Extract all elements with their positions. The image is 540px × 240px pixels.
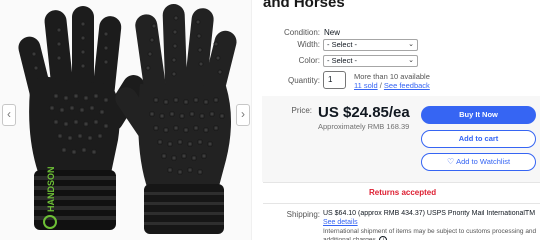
color-select-value: - Select - [327, 56, 358, 65]
price-approx: Approximately RMB 168.39 [318, 122, 410, 131]
shipping-value: US $64.10 (approx RMB 434.37) USPS Prior… [323, 210, 537, 217]
sold-feedback-line: 11 sold / See feedback [354, 81, 430, 90]
gallery-prev-button[interactable]: ‹ [2, 104, 16, 126]
chevron-down-icon: ⌄ [408, 41, 414, 48]
svg-text:HANDSON: HANDSON [46, 166, 56, 212]
listing-title: and Horses [263, 0, 345, 11]
add-to-cart-button[interactable]: Add to cart [421, 130, 536, 148]
condition-value: New [324, 28, 341, 37]
gallery-next-button[interactable]: › [236, 104, 250, 126]
chevron-left-icon: ‹ [7, 107, 11, 121]
sold-count-link[interactable]: 11 sold [354, 81, 378, 90]
chevron-down-icon: ⌄ [408, 57, 414, 64]
info-icon[interactable]: i [379, 236, 388, 240]
returns-status: Returns accepted [369, 188, 437, 197]
see-details-link[interactable]: See details [323, 219, 358, 226]
quantity-label: Quantity: [287, 76, 320, 85]
condition-label: Condition: [283, 28, 320, 37]
add-to-watchlist-button[interactable]: ♡ Add to Watchlist [421, 153, 536, 171]
quantity-input[interactable]: 1 [323, 71, 346, 89]
product-image-gallery[interactable]: HANDSON ‹ › [0, 0, 252, 240]
availability-text: More than 10 available [354, 72, 430, 81]
shipping-note: International shipment of items may be s… [323, 228, 537, 240]
price-value: US $24.85/ea [318, 104, 410, 121]
price-label: Price: [291, 106, 312, 115]
buy-it-now-button[interactable]: Buy It Now [421, 106, 536, 124]
width-select[interactable]: - Select - ⌄ [323, 39, 418, 51]
color-label: Color: [298, 56, 320, 65]
see-feedback-link[interactable]: See feedback [384, 81, 430, 90]
width-label: Width: [297, 40, 320, 49]
link-separator: / [379, 81, 382, 90]
section-divider [263, 182, 540, 183]
section-divider [263, 203, 540, 204]
color-select[interactable]: - Select - ⌄ [323, 55, 418, 67]
shipping-label: Shipping: [286, 210, 320, 219]
width-select-value: - Select - [327, 40, 358, 49]
availability-info: More than 10 available 11 sold / See fee… [354, 72, 430, 90]
watchlist-label: Add to Watchlist [456, 157, 511, 166]
heart-icon: ♡ [446, 157, 455, 166]
right-glove [115, 4, 237, 234]
shipping-note-text: International shipment of items may be s… [323, 228, 537, 240]
chevron-right-icon: › [241, 107, 245, 121]
product-image: HANDSON [18, 4, 237, 234]
